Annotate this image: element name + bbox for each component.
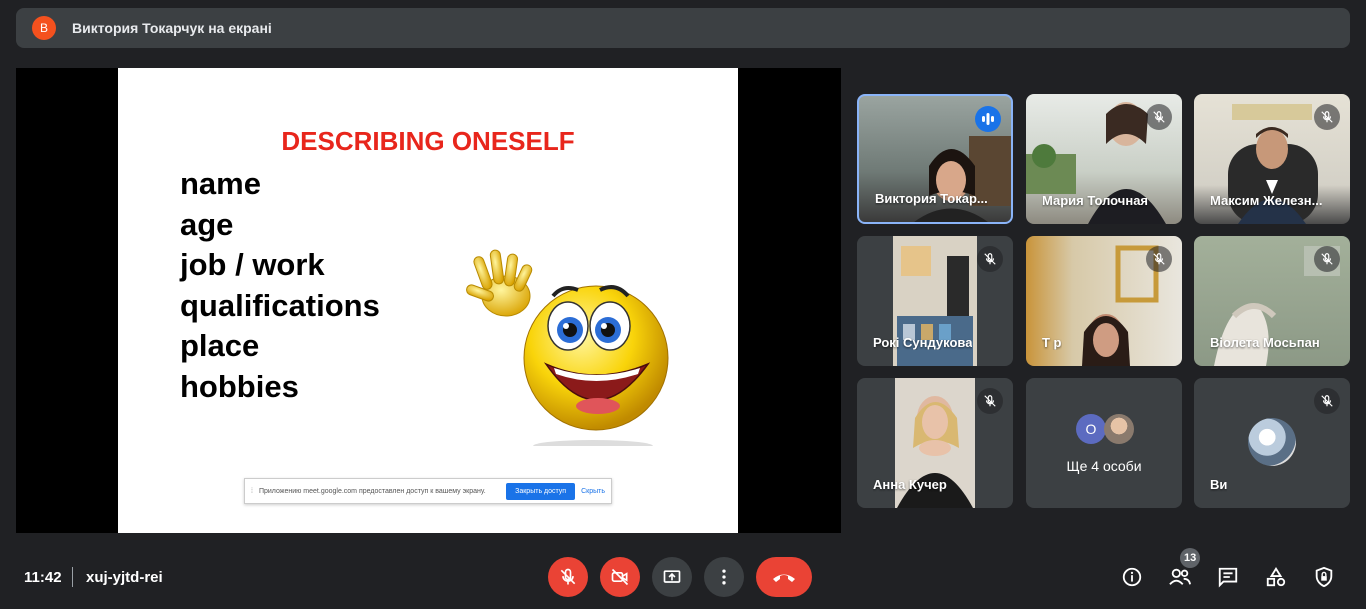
participant-name: Ви xyxy=(1210,477,1228,492)
camera-toggle-button[interactable] xyxy=(600,557,640,597)
chat-button[interactable] xyxy=(1216,565,1240,589)
more-participants-avatars: О xyxy=(1076,414,1134,444)
activities-button[interactable] xyxy=(1264,565,1288,589)
screen-share-notice: ⁞ Приложению meet.google.com предоставле… xyxy=(244,478,612,504)
drag-handle-icon[interactable]: ⁞ xyxy=(251,488,253,495)
waving-smiley-image xyxy=(466,249,669,446)
more-participants-label: Ще 4 особи xyxy=(1066,458,1142,474)
slide-title: DESCRIBING ONESELF xyxy=(281,126,575,156)
self-tile[interactable]: Ви xyxy=(1194,378,1350,508)
participant-name: Анна Кучер xyxy=(873,477,947,492)
mic-muted-icon xyxy=(1314,388,1340,414)
presentation-title: Виктория Токарчук на екрані xyxy=(72,20,272,36)
participant-name: Виктория Токар... xyxy=(875,191,988,206)
mic-off-icon xyxy=(560,568,576,585)
host-controls-button[interactable] xyxy=(1312,565,1336,589)
mic-muted-icon xyxy=(1146,246,1172,272)
participant-count-badge: 13 xyxy=(1180,548,1201,568)
camera-off-icon xyxy=(611,568,629,586)
shared-slide: DESCRIBING ONESELF name age job / work q… xyxy=(118,68,738,533)
stop-sharing-button[interactable]: Закрыть доступ xyxy=(506,482,576,500)
info-icon xyxy=(1122,567,1142,587)
present-now-button[interactable] xyxy=(652,557,692,597)
slide-item: name xyxy=(180,166,261,201)
participant-avatar: О xyxy=(1076,414,1106,444)
mic-toggle-button[interactable] xyxy=(548,557,588,597)
share-notice-text: Приложению meet.google.com предоставлен … xyxy=(258,487,486,495)
slide-list: name age job / work qualifications place… xyxy=(180,164,380,408)
clock: 11:42 xyxy=(24,569,62,586)
participant-tile[interactable]: Виктория Токар... xyxy=(857,94,1013,224)
participant-name: Віолета Мосьпан xyxy=(1210,335,1320,350)
mic-muted-icon xyxy=(1146,104,1172,130)
participant-tile[interactable]: Т р xyxy=(1026,236,1182,366)
present-screen-icon xyxy=(663,570,681,583)
participant-avatar-photo xyxy=(1104,414,1134,444)
divider xyxy=(72,567,73,587)
participant-name: Мария Толочная xyxy=(1042,193,1149,208)
slide-item: place xyxy=(180,328,260,364)
presenter-avatar: В xyxy=(32,16,56,40)
participant-tile[interactable]: Максим Железн... xyxy=(1194,94,1350,224)
chat-icon xyxy=(1218,567,1238,588)
participant-name: Рокі Сундукова xyxy=(873,335,973,350)
mic-muted-icon xyxy=(1314,104,1340,130)
slide-item: hobbies xyxy=(180,368,299,404)
presentation-stage[interactable]: DESCRIBING ONESELF name age job / work q… xyxy=(16,68,841,533)
presentation-banner: В Виктория Токарчук на екрані xyxy=(16,8,1350,48)
slide-item: job / work xyxy=(180,247,325,283)
more-participants-tile[interactable]: О Ще 4 особи xyxy=(1026,378,1182,508)
mic-muted-icon xyxy=(1314,246,1340,272)
participant-tile[interactable]: Віолета Мосьпан xyxy=(1194,236,1350,366)
participant-tile[interactable]: Рокі Сундукова xyxy=(857,236,1013,366)
end-call-icon xyxy=(773,574,795,582)
slide-item: age xyxy=(180,206,234,242)
participant-name: Т р xyxy=(1042,335,1062,350)
mic-muted-icon xyxy=(977,388,1003,414)
control-bar: 11:42 xuj-yjtd-rei 13 xyxy=(0,545,1366,609)
show-everyone-button[interactable] xyxy=(1168,565,1192,589)
participant-tile[interactable]: Анна Кучер xyxy=(857,378,1013,508)
participant-name: Максим Железн... xyxy=(1210,193,1323,208)
participant-tile[interactable]: Мария Толочная xyxy=(1026,94,1182,224)
self-avatar xyxy=(1248,418,1296,466)
activities-icon xyxy=(1266,567,1286,587)
mic-muted-icon xyxy=(977,246,1003,272)
more-vert-icon xyxy=(722,569,726,585)
meeting-details-button[interactable] xyxy=(1120,565,1144,589)
meeting-code: xuj-yjtd-rei xyxy=(86,569,163,586)
more-options-button[interactable] xyxy=(704,557,744,597)
hide-notice-link[interactable]: Скрыть xyxy=(581,488,605,495)
host-controls-icon xyxy=(1315,566,1333,588)
people-icon xyxy=(1169,568,1191,585)
slide-item: qualifications xyxy=(180,287,380,323)
speaking-indicator-icon xyxy=(975,106,1001,132)
leave-call-button[interactable] xyxy=(756,557,812,597)
